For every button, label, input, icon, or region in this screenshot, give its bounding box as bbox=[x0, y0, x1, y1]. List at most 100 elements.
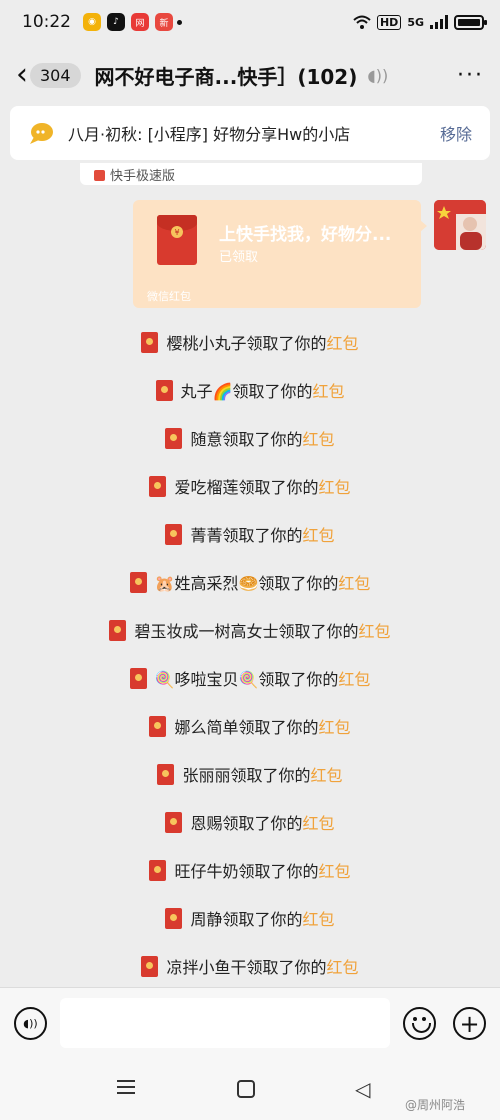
red-packet-link[interactable]: 红包 bbox=[319, 474, 351, 498]
red-packet-link[interactable]: 红包 bbox=[303, 810, 335, 834]
status-indicators: HD 5G bbox=[353, 14, 487, 30]
red-packet-link[interactable]: 红包 bbox=[303, 906, 335, 930]
message-input[interactable] bbox=[60, 998, 390, 1048]
chat-title[interactable]: 网不好电子商...快手］(102) bbox=[95, 61, 358, 90]
network-5g-indicator: 5G bbox=[407, 15, 424, 29]
red-packet-link[interactable]: 红包 bbox=[312, 378, 344, 402]
message-action: 领取了你的 bbox=[246, 958, 327, 977]
weibo-watermark: @周州阿浩 bbox=[405, 1098, 466, 1112]
red-envelope-icon: ¥ bbox=[157, 215, 197, 265]
chat-header: ‹ 304 网不好电子商...快手］(102) ◖)) ··· bbox=[0, 44, 500, 106]
member-name: 樱桃小丸子 bbox=[166, 334, 247, 353]
mute-voice-icon: ◖)) bbox=[367, 65, 389, 85]
red-packet-icon bbox=[155, 379, 173, 401]
member-name: 旺仔牛奶 bbox=[174, 862, 239, 881]
red-packet-message[interactable]: ¥ 上快手找我，好物分... 已领取 微信红包 bbox=[133, 200, 427, 308]
red-packet-icon bbox=[149, 715, 167, 737]
pinned-speech-bubble-icon bbox=[30, 123, 53, 144]
message-action: 领取了你的 bbox=[258, 670, 339, 689]
red-packet-link[interactable]: 红包 bbox=[338, 570, 370, 594]
plus-icon: + bbox=[459, 1009, 480, 1038]
system-message: 张丽丽 领取了你的 红包 bbox=[0, 750, 500, 798]
red-packet-link[interactable]: 红包 bbox=[319, 714, 351, 738]
remove-pin-button[interactable]: 移除 bbox=[440, 121, 472, 145]
system-message: 爱吃榴莲 领取了你的 红包 bbox=[0, 462, 500, 510]
back-triangle-icon[interactable]: ◁ bbox=[355, 1077, 370, 1101]
red-packet-status: 已领取 bbox=[219, 250, 259, 265]
red-packet-link[interactable]: 红包 bbox=[303, 522, 335, 546]
red-packet-link[interactable]: 红包 bbox=[303, 426, 335, 450]
message-action: 领取了你的 bbox=[258, 574, 339, 593]
red-packet-link[interactable]: 红包 bbox=[327, 330, 359, 354]
system-message: 周静 领取了你的 红包 bbox=[0, 894, 500, 942]
red-packet-footer: 微信红包 bbox=[147, 290, 191, 303]
red-packet-link[interactable]: 红包 bbox=[338, 666, 370, 690]
member-name: 菁菁 bbox=[190, 526, 223, 545]
system-message: 凉拌小鱼干 领取了你的 红包 bbox=[0, 942, 500, 990]
message-action: 领取了你的 bbox=[222, 910, 303, 929]
hd-indicator: HD bbox=[376, 14, 402, 30]
home-icon[interactable] bbox=[237, 1080, 255, 1098]
red-packet-link[interactable]: 红包 bbox=[359, 618, 391, 642]
coin-icon: ¥ bbox=[171, 226, 183, 238]
pinned-message-text: 八月·初秋: [小程序] 好物分享Hw的小店 bbox=[68, 125, 351, 144]
emoji-button[interactable] bbox=[403, 1007, 436, 1040]
member-name: 恩赐 bbox=[190, 814, 223, 833]
member-name: 爱吃榴莲 bbox=[174, 478, 239, 497]
red-packet-icon bbox=[141, 955, 159, 977]
system-message: 🐹姓高采烈🥯 领取了你的 红包 bbox=[0, 558, 500, 606]
member-name: 娜么简单 bbox=[174, 718, 239, 737]
member-name: 张丽丽 bbox=[182, 766, 231, 785]
message-action: 领取了你的 bbox=[246, 334, 327, 353]
system-message: 菁菁 领取了你的 红包 bbox=[0, 510, 500, 558]
previous-card-source: 快手极速版 bbox=[94, 165, 175, 184]
member-name: 碧玉妆成一树高女士 bbox=[134, 622, 279, 641]
more-options-icon[interactable]: ··· bbox=[457, 63, 484, 88]
red-packet-link[interactable]: 红包 bbox=[327, 954, 359, 978]
news-icon: 新 bbox=[155, 13, 173, 31]
system-message: 恩赐 领取了你的 红包 bbox=[0, 798, 500, 846]
message-action: 领取了你的 bbox=[222, 430, 303, 449]
message-action: 领取了你的 bbox=[232, 382, 313, 401]
tiktok-icon: ♪ bbox=[107, 13, 125, 31]
message-action: 领取了你的 bbox=[230, 766, 311, 785]
back-icon[interactable]: ‹ bbox=[16, 60, 28, 90]
member-name: 🐹姓高采烈🥯 bbox=[154, 574, 259, 593]
red-packet-link[interactable]: 红包 bbox=[311, 762, 343, 786]
weibo-icon: ◉ bbox=[83, 13, 101, 31]
message-action: 领取了你的 bbox=[238, 718, 319, 737]
member-name: 丸子🌈 bbox=[180, 382, 233, 401]
recent-apps-icon[interactable] bbox=[117, 1080, 135, 1094]
previous-card-label: 快手极速版 bbox=[110, 169, 176, 184]
message-action: 领取了你的 bbox=[238, 862, 319, 881]
red-packet-link[interactable]: 红包 bbox=[319, 858, 351, 882]
netease-music-icon: 网 bbox=[131, 13, 149, 31]
pinned-message-banner[interactable]: 八月·初秋: [小程序] 好物分享Hw的小店 移除 bbox=[10, 106, 490, 160]
kuaishou-icon bbox=[94, 170, 105, 181]
voice-icon: ◖)) bbox=[23, 1017, 38, 1030]
member-name: 周静 bbox=[190, 910, 223, 929]
avatar-flag-image bbox=[434, 200, 486, 250]
voice-input-button[interactable]: ◖)) bbox=[14, 1007, 47, 1040]
red-packet-icon bbox=[129, 571, 147, 593]
red-packet-icon bbox=[141, 331, 159, 353]
message-action: 领取了你的 bbox=[278, 622, 359, 641]
red-packet-icon bbox=[165, 523, 183, 545]
red-packet-icon bbox=[165, 427, 183, 449]
system-message-list: 樱桃小丸子 领取了你的 红包 丸子🌈 领取了你的 红包 随意 领取了你的 红包 爱吃榴莲 领取了你的… bbox=[0, 318, 500, 990]
system-message: 旺仔牛奶 领取了你的 红包 bbox=[0, 846, 500, 894]
message-action: 领取了你的 bbox=[238, 478, 319, 497]
member-name: 凉拌小鱼干 bbox=[166, 958, 247, 977]
red-packet-icon bbox=[149, 475, 167, 497]
system-navigation-bar: ◁ @周州阿浩 bbox=[0, 1060, 500, 1120]
system-message: 娜么简单 领取了你的 红包 bbox=[0, 702, 500, 750]
unread-count-badge[interactable]: 304 bbox=[30, 62, 81, 88]
wifi-icon bbox=[353, 15, 371, 29]
avatar[interactable] bbox=[434, 200, 486, 250]
member-name: 🍭哆啦宝贝🍭 bbox=[154, 670, 259, 689]
more-functions-button[interactable]: + bbox=[453, 1007, 486, 1040]
input-bar: ◖)) + bbox=[0, 987, 500, 1060]
more-notifications-dot bbox=[177, 19, 182, 25]
system-message: 丸子🌈 领取了你的 红包 bbox=[0, 366, 500, 414]
previous-mini-program-card[interactable]: 快手极速版 bbox=[80, 163, 422, 185]
